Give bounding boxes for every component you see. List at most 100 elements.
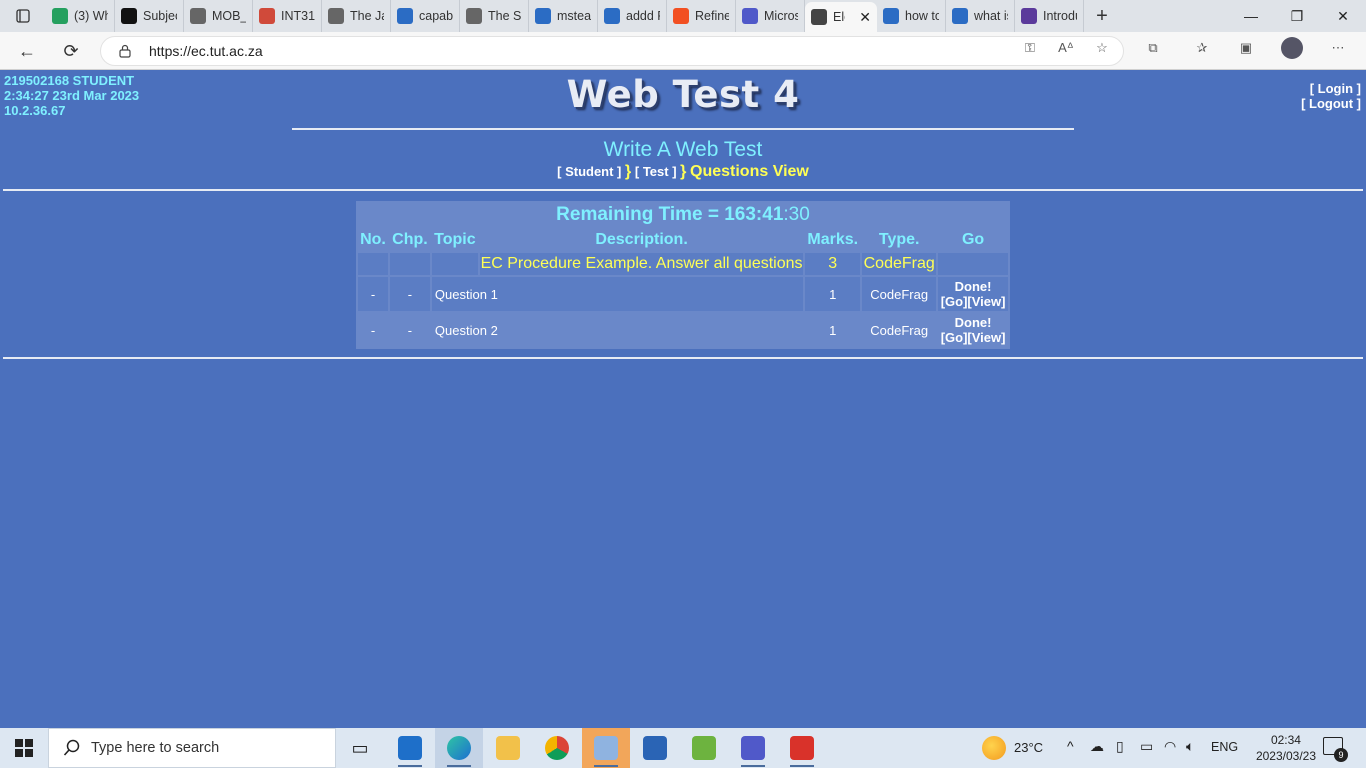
tab-list: (3) Wh Subjec MOB_2 INT316 The Ja capabi The S… xyxy=(46,0,1084,32)
browser-tab[interactable]: what is xyxy=(946,0,1015,32)
row-topic: Question 2 xyxy=(431,313,804,347)
collections-icon[interactable]: ▣ xyxy=(1237,39,1255,57)
extensions-icon[interactable]: ⧉ xyxy=(1144,39,1162,57)
summary-description: EC Procedure Example. Answer all questio… xyxy=(479,253,804,275)
search-icon xyxy=(883,8,899,24)
browser-tab[interactable]: capabi xyxy=(391,0,460,32)
chrome-app[interactable] xyxy=(533,728,581,768)
taskbar: Type here to search ▭ 23°C ^ ☁ ▯ ▭ ◠ 🔈︎ … xyxy=(0,728,1366,768)
windows-icon xyxy=(15,739,33,757)
divider xyxy=(292,128,1074,130)
edge-app[interactable] xyxy=(435,728,483,768)
browser-tab[interactable]: how to xyxy=(877,0,946,32)
search-icon xyxy=(397,8,413,24)
media-app[interactable] xyxy=(631,728,679,768)
clock-time: 02:34 xyxy=(1270,733,1301,747)
address-bar[interactable]: https://ec.tut.ac.za xyxy=(100,36,1124,66)
browser-tab[interactable]: Introdu xyxy=(1015,0,1084,32)
weather-icon[interactable] xyxy=(982,736,1006,760)
tab-title: The Ja xyxy=(350,9,384,23)
back-button[interactable]: ← xyxy=(12,36,42,66)
usb-icon[interactable]: ▯ xyxy=(1116,738,1124,755)
browser-tab[interactable]: Subjec xyxy=(115,0,184,32)
mail-app[interactable] xyxy=(386,728,434,768)
row-marks: 1 xyxy=(805,277,861,311)
browser-tab[interactable]: Ele ✕ xyxy=(805,2,877,32)
close-tab-icon[interactable]: ✕ xyxy=(859,9,871,26)
header-type: Type. xyxy=(862,229,937,251)
tab-title: Subjec xyxy=(143,9,177,23)
teams-app[interactable] xyxy=(729,728,777,768)
vm-app[interactable] xyxy=(778,728,826,768)
start-button[interactable] xyxy=(0,728,48,768)
header-description: Description. xyxy=(479,229,804,251)
close-window-button[interactable]: ✕ xyxy=(1320,0,1366,32)
header-go: Go xyxy=(938,229,1008,251)
clock-date: 2023/03/23 xyxy=(1255,749,1316,763)
sparkle-icon xyxy=(328,8,344,24)
search-icon xyxy=(63,739,80,756)
more-options-icon[interactable]: ⋯ xyxy=(1329,39,1347,57)
go-view-links[interactable]: [Go][View] xyxy=(938,294,1008,309)
page-content: 219502168 STUDENT 2:34:27 23rd Mar 2023 … xyxy=(0,71,1366,728)
search-icon xyxy=(952,8,968,24)
profile-avatar[interactable] xyxy=(1281,37,1303,59)
tab-title: addd F xyxy=(626,9,660,23)
folder-icon xyxy=(496,736,520,760)
row-go: Done! [Go][View] xyxy=(938,313,1008,347)
task-view-icon[interactable]: ▭ xyxy=(336,728,384,768)
language-indicator[interactable]: ENG xyxy=(1211,740,1238,754)
tab-actions-icon[interactable] xyxy=(0,0,46,32)
summary-type: CodeFrag xyxy=(862,253,937,275)
logout-link[interactable]: [ Logout ] xyxy=(1301,96,1361,111)
favorites-icon[interactable]: ✰ xyxy=(1193,39,1211,57)
go-view-links[interactable]: [Go][View] xyxy=(938,330,1008,345)
clock[interactable]: 02:34 2023/03/23 xyxy=(1256,732,1316,764)
browser-tab[interactable]: INT316 xyxy=(253,0,322,32)
cloud-icon[interactable]: ☁ xyxy=(1090,738,1104,755)
restore-button[interactable]: ❐ xyxy=(1274,0,1320,32)
add-favorite-icon[interactable]: ☆ xyxy=(1093,39,1111,57)
volume-icon[interactable]: 🔈︎ xyxy=(1186,738,1194,755)
browser-tab[interactable]: addd F xyxy=(598,0,667,32)
read-aloud-icon[interactable]: Aᐞ xyxy=(1057,39,1075,57)
refresh-button[interactable]: ⟳ xyxy=(56,36,86,66)
breadcrumb-student[interactable]: [ Student ] xyxy=(557,164,621,179)
file-explorer-app[interactable] xyxy=(484,728,532,768)
table-header-row: No. Chp. Topic Description. Marks. Type.… xyxy=(358,229,1008,251)
browser-tab[interactable]: mstear xyxy=(529,0,598,32)
row-chp: - xyxy=(389,277,430,311)
virtualbox-app[interactable] xyxy=(582,728,630,768)
chart-app[interactable] xyxy=(680,728,728,768)
battery-icon[interactable]: ▭ xyxy=(1140,738,1153,755)
new-tab-button[interactable]: + xyxy=(1084,0,1120,32)
header-marks: Marks. xyxy=(805,229,861,251)
browser-tab[interactable]: The SC xyxy=(460,0,529,32)
header-chp: Chp. xyxy=(389,229,430,251)
row-chp: - xyxy=(389,313,430,347)
taskbar-search[interactable]: Type here to search xyxy=(48,728,336,768)
breadcrumb-test[interactable]: [ Test ] xyxy=(635,164,677,179)
key-icon[interactable]: ⚿ xyxy=(1021,39,1039,57)
cube-icon xyxy=(594,736,618,760)
edge-icon xyxy=(447,736,471,760)
header-topic: Topic xyxy=(431,229,478,251)
browser-tab[interactable]: The Ja xyxy=(322,0,391,32)
chevron-up-icon[interactable]: ^ xyxy=(1067,738,1074,754)
table-row: - - Question 1 1 CodeFrag Done! [Go][Vie… xyxy=(358,277,1008,311)
login-link[interactable]: [ Login ] xyxy=(1310,81,1361,96)
tab-title: how to xyxy=(905,9,939,23)
browser-tab[interactable]: Refinec xyxy=(667,0,736,32)
row-type: CodeFrag xyxy=(862,313,937,347)
browser-tab[interactable]: MOB_2 xyxy=(184,0,253,32)
temperature: 23°C xyxy=(1014,740,1044,755)
browser-tab[interactable]: (3) Wh xyxy=(46,0,115,32)
teams-icon xyxy=(742,8,758,24)
wifi-icon[interactable]: ◠ xyxy=(1164,738,1176,755)
auth-links: [ Login ] [ Logout ] xyxy=(1301,81,1361,111)
remaining-time-seconds: :30 xyxy=(783,204,810,225)
breadcrumb-separator: } xyxy=(680,163,687,180)
minimize-button[interactable]: — xyxy=(1228,0,1274,32)
browser-tab[interactable]: Micros xyxy=(736,0,805,32)
remaining-time: Remaining Time = 163:41:30 xyxy=(358,203,1008,227)
